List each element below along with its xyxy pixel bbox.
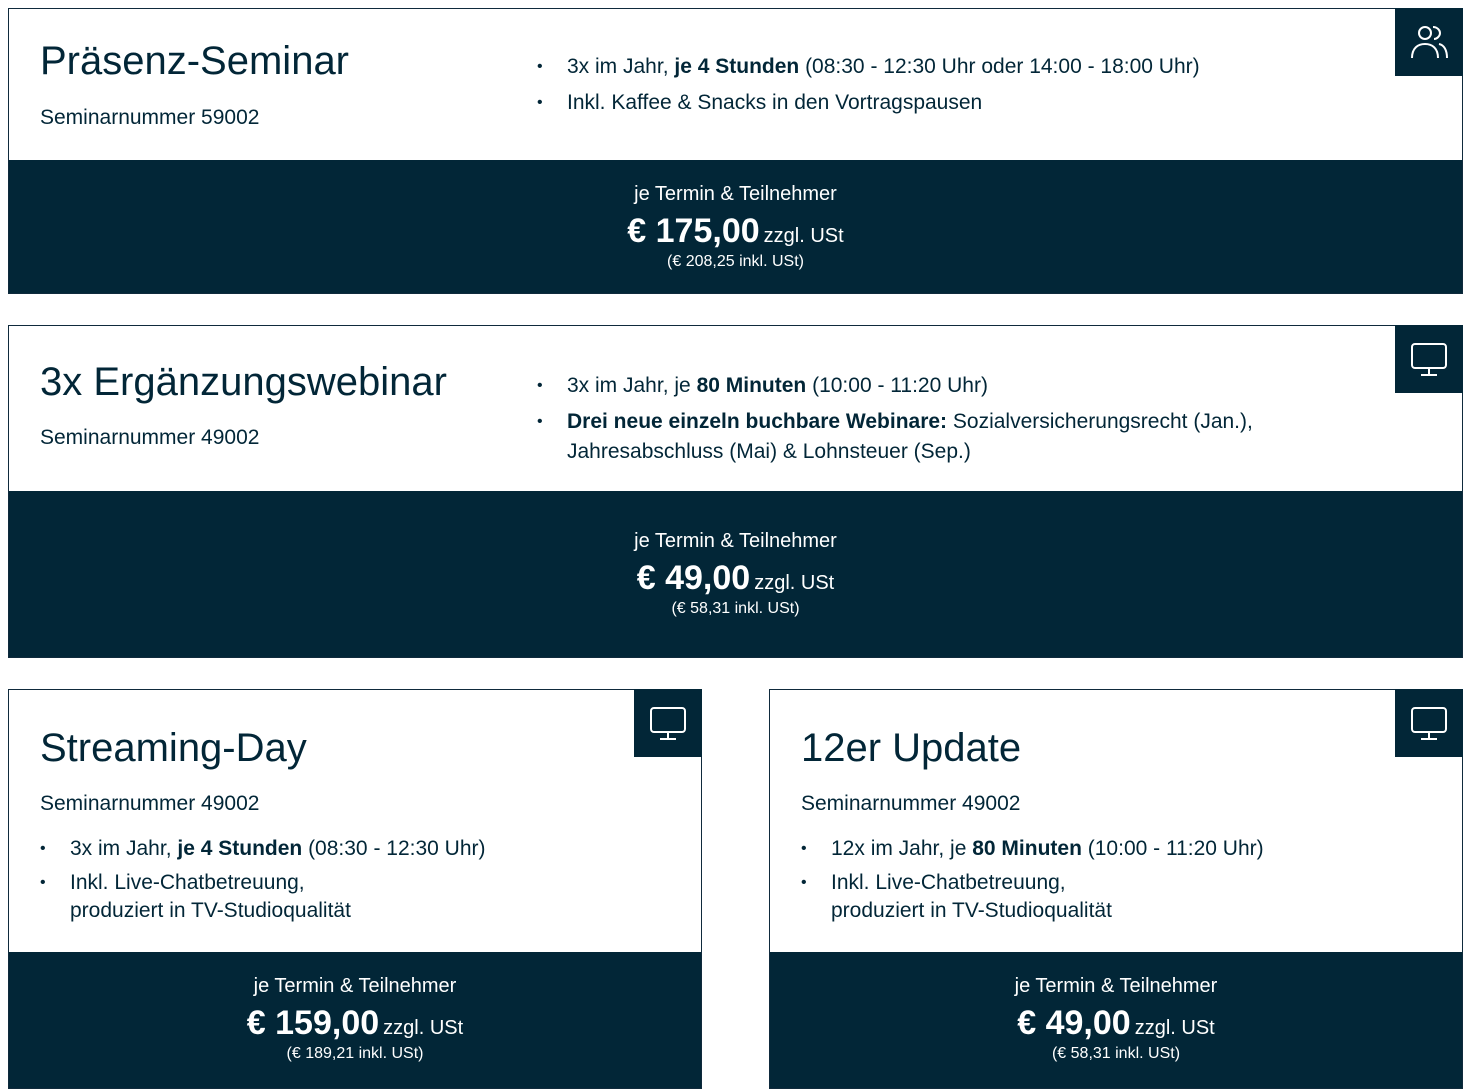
feature-text: produziert in TV-Studioqualität (70, 899, 351, 922)
monitor-icon-box (634, 689, 702, 757)
bullet: • (40, 874, 46, 891)
price-panel: je Termin & Teilnehmer € 49,00 zzgl. USt … (9, 491, 1462, 657)
price-gross: (€ 58,31 inkl. USt) (1051, 1045, 1181, 1062)
monitor-icon-box (1395, 689, 1463, 757)
card-title: 12er Update (801, 726, 1022, 770)
price-net: € 159,00 (246, 1004, 380, 1042)
bullet: • (537, 94, 543, 111)
monitor-icon (1411, 707, 1447, 740)
feature-text: produziert in TV-Studioqualität (831, 899, 1112, 922)
price-net: € 49,00 (1017, 1004, 1131, 1042)
people-icon (1411, 26, 1448, 59)
feature-item: • Drei neue einzeln buchbare Webinare: S… (537, 407, 1367, 467)
tax-note: zzgl. USt (383, 1017, 464, 1039)
feature-item: • 3x im Jahr, je 80 Minuten (10:00 - 11:… (537, 371, 1367, 401)
monitor-icon-box (1395, 325, 1463, 393)
card-12er-update[interactable]: 12er Update Seminarnummer 49002 • 12x im… (769, 689, 1463, 1089)
seminar-number: Seminarnummer 49002 (40, 426, 260, 449)
people-icon-box (1395, 8, 1463, 76)
bullet: • (537, 377, 543, 394)
card-title: Präsenz-Seminar (40, 39, 350, 83)
feature-text-bold: je 4 Stunden (177, 837, 303, 860)
bullet: • (801, 840, 807, 857)
price-label: je Termin & Teilnehmer (634, 530, 837, 552)
feature-text: (08:30 - 12:30 Uhr oder 14:00 - 18:00 Uh… (799, 55, 1200, 78)
feature-text: 12x im Jahr, je (831, 837, 973, 860)
feature-item: • Inkl. Live-Chatbetreuung, produziert i… (40, 869, 660, 925)
price-line: € 159,00 zzgl. USt (9, 1004, 701, 1043)
feature-text: Inkl. Live-Chatbetreuung, (831, 871, 1066, 894)
feature-text: Inkl. Live-Chatbetreuung, (70, 871, 305, 894)
seminar-number: Seminarnummer 49002 (40, 792, 260, 815)
price-net: € 175,00 (627, 212, 760, 250)
tax-note: zzgl. USt (1134, 1017, 1215, 1039)
feature-item: • 3x im Jahr, je 4 Stunden (08:30 - 12:3… (40, 835, 660, 863)
feature-list: • 3x im Jahr, je 4 Stunden (08:30 - 12:3… (40, 835, 660, 931)
price-label: je Termin & Teilnehmer (634, 183, 837, 205)
feature-text: (10:00 - 11:20 Uhr) (1081, 837, 1264, 860)
price-gross: (€ 208,25 inkl. USt) (667, 253, 804, 270)
feature-text: Inkl. Kaffee & Snacks in den Vortragspau… (567, 91, 983, 114)
price-label: je Termin & Teilnehmer (253, 975, 457, 997)
monitor-icon (650, 707, 686, 740)
feature-text-bold: 80 Minuten (972, 837, 1082, 860)
feature-text: 3x im Jahr, (70, 837, 178, 860)
price-line: € 49,00 zzgl. USt (9, 559, 1462, 598)
tax-note: zzgl. USt (763, 225, 844, 247)
card-streaming-day[interactable]: Streaming-Day Seminarnummer 49002 • 3x i… (8, 689, 702, 1089)
feature-item: • Inkl. Live-Chatbetreuung, produziert i… (801, 869, 1421, 925)
card-title: 3x Ergänzungswebinar (40, 360, 447, 404)
price-panel: je Termin & Teilnehmer € 175,00 zzgl. USt… (9, 160, 1462, 293)
card-ergaenzungswebinar[interactable]: 3x Ergänzungswebinar Seminarnummer 49002… (8, 325, 1463, 658)
feature-text-bold: 80 Minuten (696, 374, 807, 397)
price-line: € 49,00 zzgl. USt (770, 1004, 1462, 1043)
feature-item: • 12x im Jahr, je 80 Minuten (10:00 - 11… (801, 835, 1421, 863)
bullet: • (801, 874, 807, 891)
feature-list: • 12x im Jahr, je 80 Minuten (10:00 - 11… (801, 835, 1421, 931)
feature-text: (10:00 - 11:20 Uhr) (806, 374, 988, 397)
seminar-number: Seminarnummer 49002 (801, 792, 1021, 815)
feature-list: • 3x im Jahr, je 80 Minuten (10:00 - 11:… (537, 371, 1367, 473)
price-gross: (€ 189,21 inkl. USt) (286, 1045, 424, 1062)
feature-text: (08:30 - 12:30 Uhr) (302, 837, 486, 860)
price-net: € 49,00 (636, 559, 751, 597)
feature-item: • Inkl. Kaffee & Snacks in den Vortragsp… (537, 88, 1397, 118)
feature-item: • 3x im Jahr, je 4 Stunden (08:30 - 12:3… (537, 52, 1397, 82)
price-line: € 175,00 zzgl. USt (9, 212, 1462, 251)
seminar-number: Seminarnummer 59002 (40, 106, 260, 129)
feature-list: • 3x im Jahr, je 4 Stunden (08:30 - 12:3… (537, 52, 1397, 124)
bullet: • (537, 413, 543, 430)
feature-text: 3x im Jahr, (567, 55, 675, 78)
price-gross: (€ 58,31 inkl. USt) (671, 600, 800, 617)
feature-text-bold: Drei neue einzeln buchbare Webinare: (567, 410, 948, 433)
monitor-icon (1411, 343, 1447, 376)
bullet: • (537, 58, 543, 75)
tax-note: zzgl. USt (754, 572, 835, 594)
feature-text: 3x im Jahr, je (567, 374, 697, 397)
card-praesenz-seminar[interactable]: Präsenz-Seminar Seminarnummer 59002 • 3x… (8, 8, 1463, 294)
feature-text-bold: je 4 Stunden (674, 55, 800, 78)
card-title: Streaming-Day (40, 726, 307, 770)
price-panel: je Termin & Teilnehmer € 159,00 zzgl. USt… (9, 952, 701, 1088)
bullet: • (40, 840, 46, 857)
price-label: je Termin & Teilnehmer (1014, 975, 1218, 997)
price-panel: je Termin & Teilnehmer € 49,00 zzgl. USt … (770, 952, 1462, 1088)
